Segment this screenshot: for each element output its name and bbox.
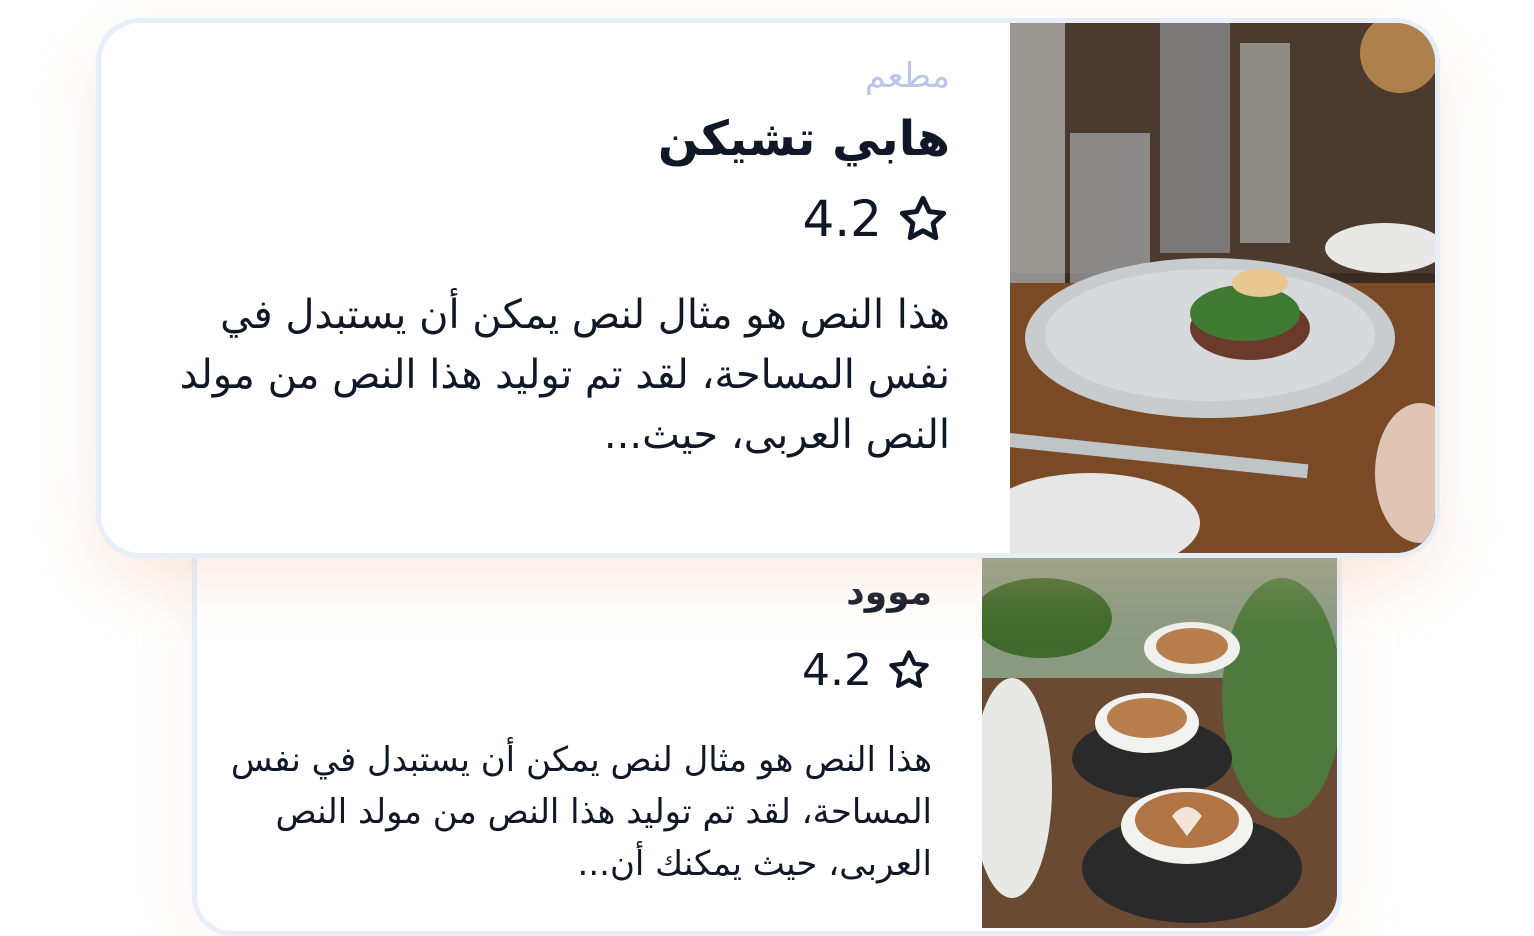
star-outline-icon [896,192,950,246]
coffee-cups-photo-icon [982,558,1337,928]
rating-value: 4.2 [802,644,872,696]
place-card-happy-chicken[interactable]: مطعم هابي تشيكن 4.2 هذا النص هو مثال لنص… [96,18,1440,558]
category-label: مطعم [864,56,950,96]
restaurant-dish-photo-icon [1010,23,1435,553]
star-outline-icon [886,647,932,693]
place-title: هابي تشيكن [657,111,950,167]
place-description: هذا النص هو مثال لنص يمكن أن يستبدل في ن… [230,740,932,884]
rating: 4.2 [212,640,932,700]
rating: 4.2 [150,185,950,253]
card-image [1010,23,1435,553]
place-description: هذا النص هو مثال لنص يمكن أن يستبدل في ن… [179,292,950,458]
rating-value: 4.2 [802,190,882,248]
card-image [982,558,1337,928]
card-content: مطعم هابي تشيكن 4.2 هذا النص هو مثال لنص… [150,53,950,465]
card-content: موود 4.2 هذا النص هو مثال لنص يمكن أن يس… [212,568,932,890]
place-title: موود [846,572,932,613]
